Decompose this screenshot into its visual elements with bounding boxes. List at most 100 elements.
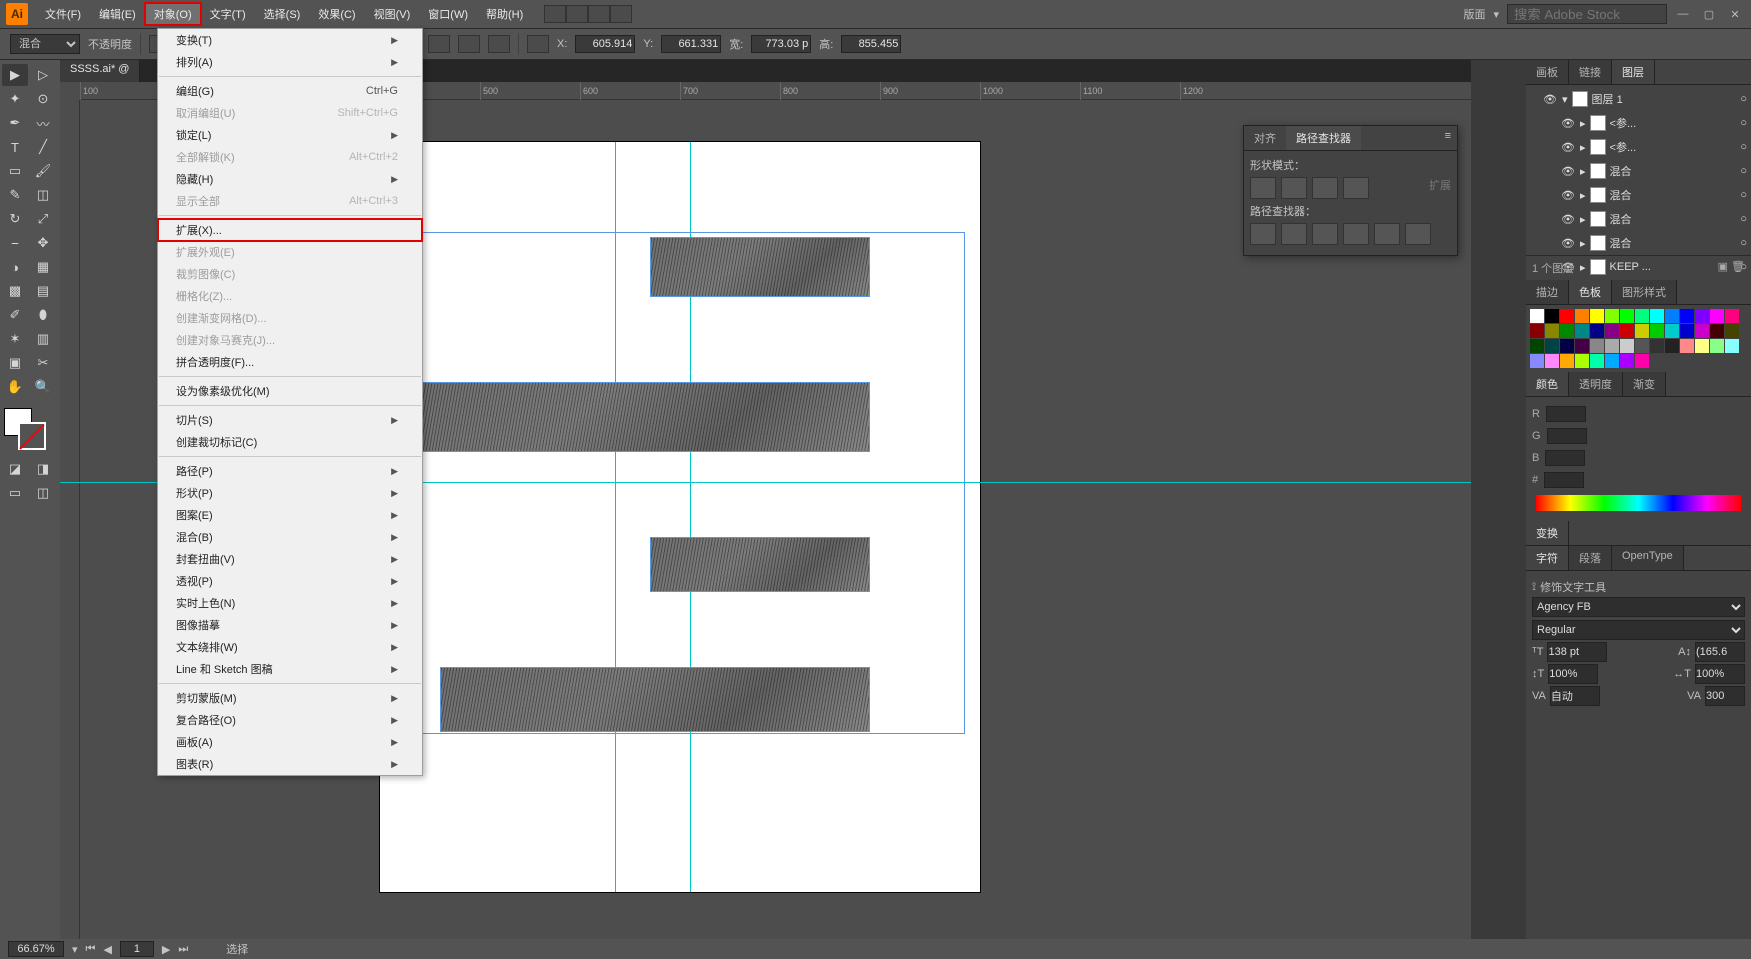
width-tool[interactable]: ⎯ (2, 232, 28, 254)
menu-item[interactable]: 拼合透明度(F)... (158, 351, 422, 373)
eraser-tool[interactable]: ◫ (30, 184, 56, 206)
paragraph-tab[interactable]: 段落 (1569, 546, 1612, 570)
menu-item[interactable]: 图表(R)▶ (158, 753, 422, 775)
arrange-icon[interactable] (588, 5, 610, 23)
touch-type-icon[interactable]: ⟟ (1532, 581, 1536, 594)
swatch[interactable] (1695, 324, 1709, 338)
vscale-input[interactable] (1548, 664, 1598, 684)
menu-edit[interactable]: 编辑(E) (90, 3, 145, 25)
distribute-icon[interactable] (428, 35, 450, 53)
transparency-tab[interactable]: 透明度 (1569, 372, 1623, 396)
swatch[interactable] (1605, 354, 1619, 368)
menu-item[interactable]: 隐藏(H)▶ (158, 168, 422, 190)
visibility-icon[interactable]: 👁 (1560, 213, 1576, 226)
swatch[interactable] (1590, 309, 1604, 323)
screen-mode-icon[interactable]: ▭ (2, 482, 28, 504)
swatch[interactable] (1590, 339, 1604, 353)
target-icon[interactable]: ○ (1740, 117, 1747, 129)
stock-icon[interactable] (566, 5, 588, 23)
menu-item[interactable]: 封套扭曲(V)▶ (158, 548, 422, 570)
menu-object[interactable]: 对象(O) (145, 3, 201, 25)
workspace-label[interactable]: 版面 (1463, 6, 1485, 22)
swatch[interactable] (1545, 309, 1559, 323)
wand-tool[interactable]: ✦ (2, 88, 28, 110)
layers-tab[interactable]: 图层 (1612, 60, 1655, 84)
color-spectrum[interactable] (1536, 495, 1741, 511)
zoom-tool[interactable]: 🔍 (30, 376, 56, 398)
swatch[interactable] (1620, 324, 1634, 338)
swatch[interactable] (1680, 339, 1694, 353)
minus-front-icon[interactable] (1281, 177, 1307, 199)
swatch-grid[interactable] (1526, 305, 1751, 372)
menu-item[interactable]: 图案(E)▶ (158, 504, 422, 526)
distribute-icon[interactable] (458, 35, 480, 53)
merge-icon[interactable] (1312, 223, 1338, 245)
new-layer-icon[interactable]: ▣ (1718, 261, 1728, 273)
fill-stroke-swatch[interactable] (2, 406, 48, 452)
target-icon[interactable]: ○ (1740, 213, 1747, 225)
close-icon[interactable]: ✕ (1727, 8, 1743, 21)
swatch[interactable] (1560, 309, 1574, 323)
visibility-icon[interactable]: 👁 (1542, 93, 1558, 106)
swatch[interactable] (1635, 354, 1649, 368)
menu-item[interactable]: 锁定(L)▶ (158, 124, 422, 146)
swatch[interactable] (1605, 339, 1619, 353)
layer-row[interactable]: 👁▸混合○ (1530, 207, 1747, 231)
artboard-num-input[interactable] (120, 941, 154, 957)
menu-item[interactable]: 文本绕排(W)▶ (158, 636, 422, 658)
swatch[interactable] (1635, 309, 1649, 323)
menu-effect[interactable]: 效果(C) (309, 3, 364, 25)
swatch[interactable] (1725, 309, 1739, 323)
color-mode-icon[interactable]: ◪ (2, 458, 28, 480)
panel-menu-icon[interactable]: ≡ (1439, 126, 1457, 150)
menu-help[interactable]: 帮助(H) (477, 3, 532, 25)
swatch[interactable] (1650, 339, 1664, 353)
hscale-input[interactable] (1695, 664, 1745, 684)
swatch[interactable] (1530, 324, 1544, 338)
target-icon[interactable]: ○ (1740, 165, 1747, 177)
target-icon[interactable]: ○ (1740, 141, 1747, 153)
menu-item[interactable]: 透视(P)▶ (158, 570, 422, 592)
layer-row[interactable]: 👁▸<参...○ (1530, 135, 1747, 159)
swatch[interactable] (1575, 309, 1589, 323)
kerning-input[interactable] (1550, 686, 1600, 706)
menu-item[interactable]: 创建裁切标记(C) (158, 431, 422, 453)
swatch[interactable] (1530, 354, 1544, 368)
swatch[interactable] (1680, 309, 1694, 323)
artboard[interactable] (380, 142, 980, 892)
swatch[interactable] (1605, 309, 1619, 323)
layer-row[interactable]: 👁▾图层 1○ (1530, 87, 1747, 111)
layer-row[interactable]: 👁▸混合○ (1530, 183, 1747, 207)
font-family-select[interactable]: Agency FB (1532, 597, 1745, 617)
menu-item[interactable]: 变换(T)▶ (158, 29, 422, 51)
swatch[interactable] (1725, 324, 1739, 338)
swatch[interactable] (1695, 339, 1709, 353)
minus-back-icon[interactable] (1405, 223, 1431, 245)
expand-icon[interactable]: ▸ (1580, 141, 1586, 154)
character-tab[interactable]: 字符 (1526, 546, 1569, 570)
menu-item[interactable]: 设为像素级优化(M) (158, 380, 422, 402)
crop-icon[interactable] (1343, 223, 1369, 245)
swatch[interactable] (1575, 354, 1589, 368)
swatch[interactable] (1575, 324, 1589, 338)
menu-item[interactable]: 画板(A)▶ (158, 731, 422, 753)
swatch[interactable] (1605, 324, 1619, 338)
menu-item[interactable]: 实时上色(N)▶ (158, 592, 422, 614)
draw-mode-icon[interactable]: ◫ (30, 482, 56, 504)
swatch[interactable] (1530, 339, 1544, 353)
swatch[interactable] (1620, 339, 1634, 353)
swatch[interactable] (1545, 354, 1559, 368)
tracking-input[interactable] (1705, 686, 1745, 706)
gpu-icon[interactable] (610, 5, 632, 23)
swatch[interactable] (1545, 339, 1559, 353)
blend-tool[interactable]: ⬮ (30, 304, 56, 326)
intersect-icon[interactable] (1312, 177, 1338, 199)
restore-icon[interactable]: ▢ (1701, 8, 1717, 21)
layer-row[interactable]: 👁▸混合○ (1530, 159, 1747, 183)
document-tab[interactable]: SSSS.ai* @ (60, 60, 140, 82)
mesh-tool[interactable]: ▩ (2, 280, 28, 302)
expand-icon[interactable]: ▾ (1562, 93, 1568, 106)
gradient-tab[interactable]: 渐变 (1623, 372, 1666, 396)
first-artboard-icon[interactable]: ⏮ (86, 943, 96, 956)
menu-item[interactable]: 路径(P)▶ (158, 460, 422, 482)
